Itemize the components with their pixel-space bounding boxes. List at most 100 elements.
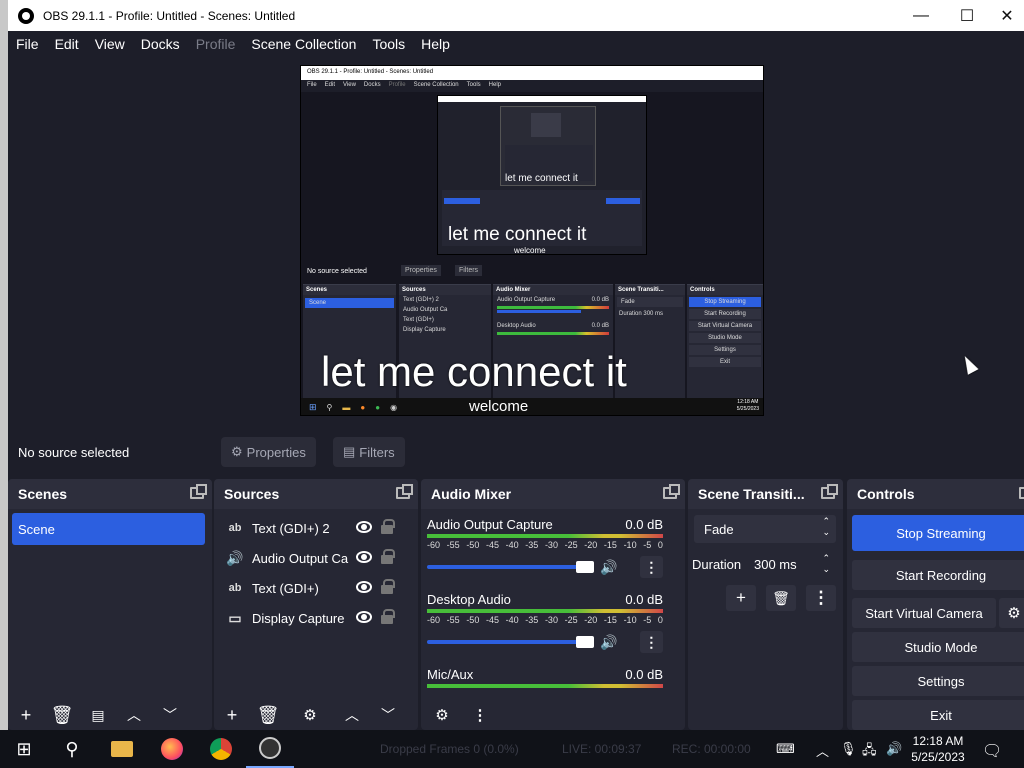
remove-source-button[interactable]: 🗑 (253, 702, 283, 728)
duration-spinbox[interactable]: 300 ms ⌃ ⌄ (748, 551, 836, 577)
move-source-up-button[interactable]: ︿ (337, 702, 367, 728)
volume-slider[interactable] (427, 561, 595, 573)
source-properties-button[interactable]: ⚙ (295, 702, 325, 728)
plus-icon: + (20, 704, 32, 725)
move-scene-up-button[interactable]: ︿ (119, 702, 149, 728)
controls-dock-title: Controls (847, 479, 1024, 509)
menu-view[interactable]: View (87, 36, 133, 52)
transition-menu-button[interactable]: ⋮ (806, 585, 836, 611)
program-preview[interactable]: OBS 29.1.1 - Profile: Untitled - Scenes:… (300, 65, 764, 416)
menu-edit[interactable]: Edit (47, 36, 87, 52)
add-transition-button[interactable]: + (726, 585, 756, 611)
lock-icon[interactable] (381, 519, 395, 534)
move-scene-down-button[interactable]: ﹀ (155, 702, 185, 728)
visibility-eye-icon[interactable] (356, 521, 372, 533)
firefox-icon (161, 738, 183, 760)
slider-handle[interactable] (576, 561, 595, 573)
undock-icon[interactable] (663, 484, 680, 499)
virtual-camera-settings-button[interactable]: ⚙ (999, 598, 1024, 628)
transition-select[interactable]: Fade (694, 515, 836, 543)
source-item[interactable]: ▭ Display Capture (214, 603, 414, 633)
start-virtual-camera-button[interactable]: Start Virtual Camera (852, 598, 996, 628)
notifications-icon[interactable]: 🗨 (982, 741, 1002, 761)
nested-source-2: Audio Output Ca (403, 307, 448, 313)
start-button[interactable]: ⊞ (0, 730, 48, 768)
mute-speaker-icon[interactable]: 🔊 (600, 634, 617, 651)
nested-menu-tools: Tools (466, 82, 481, 88)
spin-arrows-icon[interactable]: ⌃ ⌄ (822, 553, 830, 575)
nested-folder-icon: ▬ (342, 403, 351, 412)
mute-speaker-icon[interactable]: 🔊 (600, 559, 617, 576)
gear-icon: ⚙ (303, 707, 317, 724)
transitions-title: Scene Transiti... (698, 486, 805, 502)
scene-filters-button[interactable]: ▤ (83, 702, 113, 728)
undock-icon[interactable] (1019, 487, 1024, 499)
scenes-title: Scenes (18, 486, 68, 502)
move-source-down-button[interactable]: ﹀ (373, 702, 403, 728)
nested-channel-2-db: 0.0 dB (591, 323, 609, 329)
dropped-frames-status: Dropped Frames 0 (0.0%) (380, 742, 519, 756)
undock-icon[interactable] (190, 484, 207, 499)
slider-handle[interactable] (576, 636, 595, 648)
visibility-eye-icon[interactable] (356, 581, 372, 593)
remove-transition-button[interactable]: 🗑 (766, 585, 796, 611)
stop-streaming-button[interactable]: Stop Streaming (852, 515, 1024, 551)
file-explorer-button[interactable] (98, 730, 146, 768)
menu-docks[interactable]: Docks (133, 36, 188, 52)
source-item[interactable]: ab Text (GDI+) 2 (214, 513, 414, 543)
kebab-icon: ⋮ (812, 588, 830, 607)
menu-tools[interactable]: Tools (364, 36, 413, 52)
maximize-button[interactable]: ☐ (944, 0, 990, 31)
undock-icon[interactable] (821, 484, 838, 499)
exit-button[interactable]: Exit (852, 700, 1024, 730)
nested-transitions-title: Scene Transiti... (615, 285, 685, 295)
lock-icon[interactable] (381, 579, 395, 594)
remove-scene-button[interactable]: 🗑 (47, 702, 77, 728)
volume-icon[interactable]: 🔊 (886, 741, 902, 757)
keyboard-icon[interactable]: ⌨ (776, 741, 795, 757)
menu-profile[interactable]: Profile (188, 36, 244, 52)
visibility-eye-icon[interactable] (356, 611, 372, 623)
mixer-menu-button[interactable]: ⋮ (465, 702, 495, 728)
volume-slider[interactable] (427, 636, 595, 648)
menu-help[interactable]: Help (413, 36, 458, 52)
lock-icon[interactable] (381, 609, 395, 624)
close-button[interactable]: ✕ (990, 0, 1024, 31)
scale-tick: -20 (584, 540, 598, 550)
minimize-button[interactable]: — (898, 0, 944, 31)
chevron-up-icon[interactable]: ︿ (816, 741, 829, 760)
scale-tick: -5 (643, 540, 652, 550)
mixer-settings-button[interactable]: ⚙ (427, 702, 457, 728)
chrome-button[interactable] (197, 730, 245, 768)
channel-menu-button[interactable]: ⋮ (639, 556, 663, 578)
network-icon[interactable]: 🖧 (862, 741, 877, 763)
start-recording-button[interactable]: Start Recording (852, 560, 1024, 590)
preview-area[interactable]: OBS 29.1.1 - Profile: Untitled - Scenes:… (8, 56, 1024, 430)
source-item[interactable]: 🔊 Audio Output Ca (214, 543, 414, 573)
scale-tick: -15 (603, 615, 617, 625)
nested-preview-level-2: let me connect it let me connect it welc… (437, 95, 647, 255)
microphone-icon[interactable]: 🎙 (840, 741, 857, 757)
search-button[interactable]: ⚲ (48, 730, 96, 768)
scenes-dock-title: Scenes (8, 479, 212, 509)
taskbar-clock[interactable]: 12:18 AM 5/25/2023 (908, 733, 968, 765)
menu-file[interactable]: File (8, 36, 47, 52)
source-item[interactable]: ab Text (GDI+) (214, 573, 414, 603)
obs-taskbar-button[interactable] (246, 730, 294, 768)
menu-scene-collection[interactable]: Scene Collection (243, 36, 364, 52)
nested-title-bar: OBS 29.1.1 - Profile: Untitled - Scenes:… (301, 66, 763, 80)
add-source-button[interactable]: + (217, 702, 247, 728)
properties-button[interactable]: ⚙ Properties (221, 437, 316, 467)
duration-label: Duration (692, 557, 742, 572)
add-scene-button[interactable]: + (11, 702, 41, 728)
filters-button[interactable]: ▤ Filters (333, 437, 405, 467)
firefox-button[interactable] (148, 730, 196, 768)
lock-icon[interactable] (381, 549, 395, 564)
visibility-eye-icon[interactable] (356, 551, 372, 563)
channel-menu-button[interactable]: ⋮ (639, 631, 663, 653)
scene-list-item[interactable]: Scene (12, 513, 205, 545)
filters-label: Filters (359, 444, 395, 460)
settings-button[interactable]: Settings (852, 666, 1024, 696)
studio-mode-button[interactable]: Studio Mode (852, 632, 1024, 662)
undock-icon[interactable] (396, 484, 413, 499)
